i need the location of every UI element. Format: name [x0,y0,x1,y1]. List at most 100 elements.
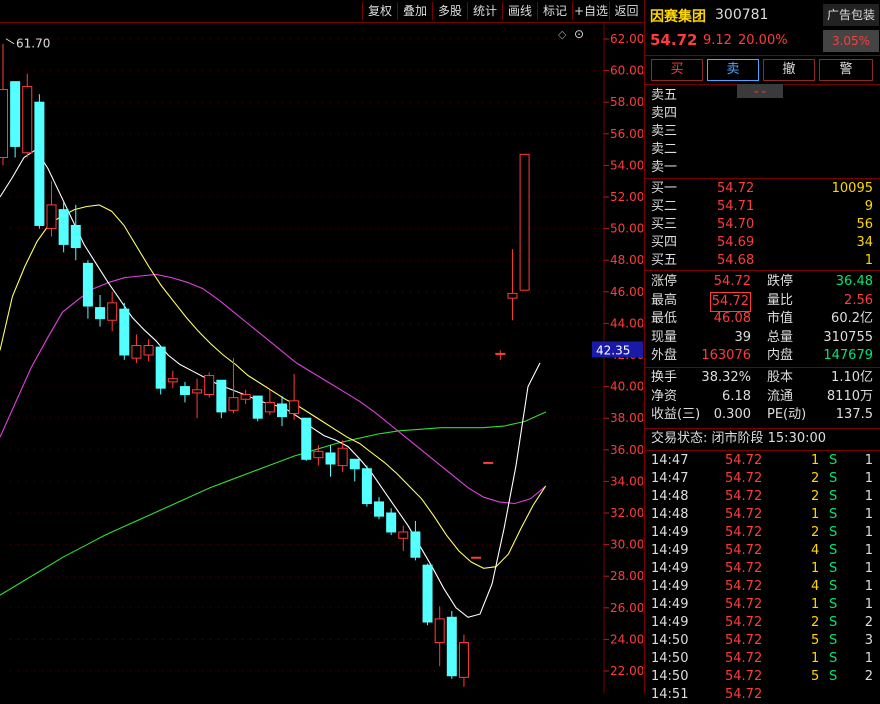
tick-price: 54.72 [725,507,763,522]
diamond-icon: ◇ [558,28,567,41]
candle-body [204,375,215,396]
sell-level-label: 卖五 [651,88,678,103]
tick-row: 14:49 54.72 2 S 2 [651,614,873,632]
tick-time: 14:49 [651,579,689,594]
ma-line-green [0,411,547,596]
sell-level-row[interactable]: 卖一 [651,159,873,177]
sell-level-row[interactable]: 卖二 [651,141,873,159]
tick-volume: 2 [811,471,820,486]
stat-label: 收益(三) [651,407,701,423]
toolbar-back-button[interactable]: 返回 [609,2,643,20]
price-tick-label: 28.00 [610,569,643,583]
divider [645,450,880,451]
candle-body [0,89,8,158]
candle-body [519,153,530,291]
tick-row: 14:49 54.72 4 S 1 [651,578,873,596]
candle-body [240,394,251,400]
stat-value: 38.32% [701,370,751,385]
candle-body [495,352,506,355]
kline-svg: 62.00 60.00 58.00 56.00 54.00 52.00 50.00 48.00… [0,22,643,693]
tick-side: S [829,615,838,630]
tick-time: 14:50 [651,651,689,666]
sell-button[interactable]: 卖 [707,59,759,81]
price-tick-label: 22.00 [610,664,643,678]
cancel-order-button[interactable]: 撤 [763,59,815,81]
tick-time: 14:50 [651,633,689,648]
candle-body [34,101,45,226]
tick-time: 14:51 [651,687,689,702]
toolbar-stats-button[interactable]: 统计 [467,2,502,20]
candle-body [276,403,287,418]
cursor-price-label: 42.35 [596,343,630,357]
toolbar-multi-stock-button[interactable]: 多股 [432,2,467,20]
price-tick-label: 36.00 [610,443,643,457]
buy-level-row[interactable]: 买二 54.71 9 [651,198,873,216]
tick-price: 54.72 [725,489,763,504]
sell-level-row[interactable]: 卖四 [651,105,873,123]
tick-side: S [829,525,838,540]
stat-value: 0.300 [713,407,751,423]
candle-body [422,564,433,623]
tick-price: 54.72 [725,561,763,576]
toolbar-draw-line-button[interactable]: 画线 [502,2,537,20]
tick-volume: 2 [811,489,820,504]
toolbar-overlay-button[interactable]: 叠加 [397,2,432,20]
stat-value: 54.72 [713,274,751,289]
toolbar-add-favorite-button[interactable]: +自选 [572,2,609,20]
price-tick-label: 48.00 [610,253,643,267]
tick-row: 14:49 54.72 2 S 1 [651,524,873,542]
candle-body [58,209,69,245]
buy-button[interactable]: 买 [651,59,703,81]
stat-label: 最高 [651,292,678,308]
sell-level-row[interactable]: 卖五 [651,87,873,105]
tick-volume: 4 [811,543,820,558]
buy-level-label: 买三 [651,217,678,232]
stat-value: 54.72 [709,291,751,312]
tick-row: 14:51 54.72 [651,686,873,704]
stat-label: 外盘 [651,348,678,364]
stat-value: 310755 [823,329,873,345]
candle-body [228,397,239,411]
tick-side: S [829,633,838,648]
buy-level-volume: 10095 [831,181,873,196]
sell-level-row[interactable]: 卖三 [651,123,873,141]
stat-label: 跌停 [767,274,794,289]
buy-level-volume: 1 [864,253,873,268]
price-change-pct: 20.00% [738,33,788,48]
candle-body [446,616,457,677]
stat-value: 163076 [701,348,751,364]
candle-body [82,262,93,307]
alert-button[interactable]: 警 [819,59,873,81]
sector-tag[interactable]: 广告包装 [823,4,879,26]
toolbar-mark-button[interactable]: 标记 [537,2,572,20]
tick-count: 1 [864,543,873,558]
stat-row: 净资 6.18 流通 8110万 [651,388,873,406]
kline-chart[interactable]: 62.00 60.00 58.00 56.00 54.00 52.00 50.00 48.00… [0,22,643,693]
price-tick-label: 34.00 [610,474,643,488]
buy-level-price: 54.69 [717,235,755,250]
tick-count: 1 [864,471,873,486]
buy-level-row[interactable]: 买一 54.72 10095 [651,180,873,198]
buy-level-row[interactable]: 买五 54.68 1 [651,252,873,270]
price-tick-label: 44.00 [610,316,643,330]
buy-level-price: 54.70 [717,217,755,232]
price-tick-label: 58.00 [610,95,643,109]
candle-body [107,302,118,321]
stat-value: 6.18 [722,388,751,404]
candle-body [434,618,445,644]
buy-level-row[interactable]: 买四 54.69 34 [651,234,873,252]
stat-row: 换手 38.32% 股本 1.10亿 [651,369,873,387]
buy-level-label: 买一 [651,181,678,196]
candle-body [507,292,518,299]
candle-body [70,224,81,249]
divider [645,270,880,271]
candle-body [410,531,421,558]
toolbar-restore-rights-button[interactable]: 复权 [362,2,397,20]
tick-row: 14:49 54.72 1 S 1 [651,596,873,614]
candle-body [167,378,178,383]
buy-level-row[interactable]: 买三 54.70 56 [651,216,873,234]
tick-count: 1 [864,561,873,576]
price-tick-label: 62.00 [610,32,643,46]
price-tick-label: 56.00 [610,127,643,141]
chart-toolbar: 复权 叠加 多股 统计 画线 标记 +自选 返回 [0,0,643,23]
